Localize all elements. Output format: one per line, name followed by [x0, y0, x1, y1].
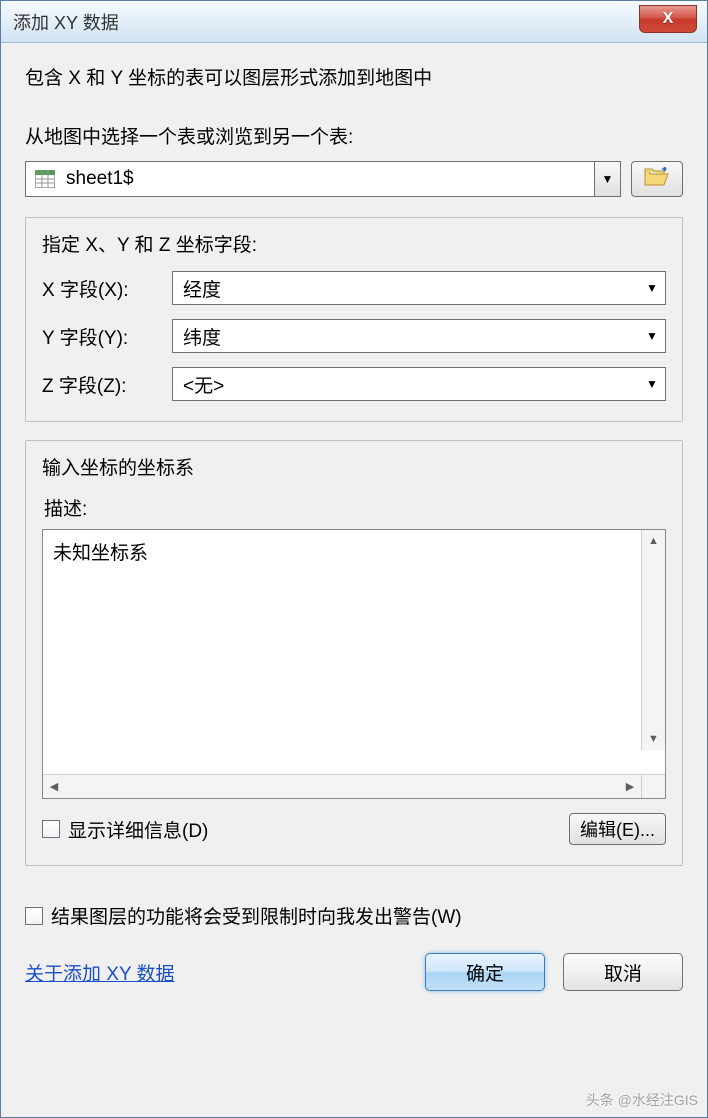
z-field-value: <无>: [183, 371, 224, 398]
description-value: 未知坐标系: [53, 543, 148, 564]
x-field-dropdown[interactable]: 经度 ▼: [172, 271, 666, 305]
warn-checkbox[interactable]: [25, 907, 43, 925]
table-select-combo[interactable]: sheet1$ ▼: [25, 161, 621, 197]
y-field-dropdown[interactable]: 纬度 ▼: [172, 319, 666, 353]
chevron-down-icon: ▼: [639, 281, 665, 295]
xyz-fields-legend: 指定 X、Y 和 Z 坐标字段:: [36, 230, 263, 257]
combo-dropdown-arrow[interactable]: ▼: [594, 162, 620, 196]
coord-system-group: 输入坐标的坐标系 描述: 未知坐标系 ▲ ▼ ◀ ▶: [25, 440, 683, 866]
y-field-value: 纬度: [183, 323, 221, 350]
warn-checkbox-row: 结果图层的功能将会受到限制时向我发出警告(W): [25, 902, 683, 929]
xyz-fields-group: 指定 X、Y 和 Z 坐标字段: X 字段(X): 经度 ▼ Y 字段(Y): …: [25, 217, 683, 422]
table-select-value: sheet1$: [66, 168, 594, 190]
ok-button-label: 确定: [466, 959, 504, 986]
intro-text: 包含 X 和 Y 坐标的表可以图层形式添加到地图中: [25, 63, 683, 90]
show-detail-checkbox[interactable]: [42, 820, 60, 838]
cancel-button-label: 取消: [604, 959, 642, 986]
edit-button[interactable]: 编辑(E)...: [569, 813, 666, 845]
scroll-down-icon[interactable]: ▼: [642, 728, 665, 750]
dialog-content: 包含 X 和 Y 坐标的表可以图层形式添加到地图中 从地图中选择一个表或浏览到另…: [1, 43, 707, 1117]
ok-button[interactable]: 确定: [425, 953, 545, 991]
chevron-down-icon: ▼: [639, 377, 665, 391]
button-group: 确定 取消: [425, 953, 683, 991]
about-link[interactable]: 关于添加 XY 数据: [25, 959, 175, 986]
scroll-up-icon[interactable]: ▲: [642, 530, 665, 552]
x-field-value: 经度: [183, 275, 221, 302]
titlebar: 添加 XY 数据 X: [1, 1, 707, 43]
z-field-row: Z 字段(Z): <无> ▼: [42, 367, 666, 401]
detail-row: 显示详细信息(D) 编辑(E)...: [42, 813, 666, 845]
coord-system-legend: 输入坐标的坐标系: [36, 453, 200, 480]
show-detail-label[interactable]: 显示详细信息(D): [68, 816, 208, 843]
browse-button[interactable]: [631, 161, 683, 197]
table-select-row: sheet1$ ▼: [25, 161, 683, 197]
cancel-button[interactable]: 取消: [563, 953, 683, 991]
window-title: 添加 XY 数据: [13, 9, 119, 35]
edit-button-label: 编辑(E)...: [580, 816, 655, 842]
scroll-right-icon[interactable]: ▶: [619, 775, 641, 798]
z-field-label: Z 字段(Z):: [42, 371, 172, 398]
y-field-label: Y 字段(Y):: [42, 323, 172, 350]
x-field-label: X 字段(X):: [42, 275, 172, 302]
horizontal-scrollbar[interactable]: ◀ ▶: [43, 774, 641, 798]
description-content: 未知坐标系 ▲ ▼: [43, 530, 665, 774]
scroll-left-icon[interactable]: ◀: [43, 775, 65, 798]
description-label: 描述:: [42, 494, 666, 521]
x-field-row: X 字段(X): 经度 ▼: [42, 271, 666, 305]
description-textarea[interactable]: 未知坐标系 ▲ ▼ ◀ ▶: [42, 529, 666, 799]
close-button[interactable]: X: [639, 5, 697, 33]
close-icon: X: [663, 10, 674, 28]
table-icon: [34, 168, 56, 190]
chevron-down-icon: ▼: [639, 329, 665, 343]
z-field-dropdown[interactable]: <无> ▼: [172, 367, 666, 401]
table-select-label: 从地图中选择一个表或浏览到另一个表:: [25, 122, 683, 149]
scrollbar-corner: [641, 774, 665, 798]
warn-checkbox-label[interactable]: 结果图层的功能将会受到限制时向我发出警告(W): [51, 902, 462, 929]
show-detail-checkbox-row: 显示详细信息(D): [42, 816, 208, 843]
dialog-window: 添加 XY 数据 X 包含 X 和 Y 坐标的表可以图层形式添加到地图中 从地图…: [0, 0, 708, 1118]
bottom-row: 关于添加 XY 数据 确定 取消: [25, 953, 683, 991]
y-field-row: Y 字段(Y): 纬度 ▼: [42, 319, 666, 353]
folder-open-icon: [644, 167, 670, 192]
vertical-scrollbar[interactable]: ▲ ▼: [641, 530, 665, 750]
